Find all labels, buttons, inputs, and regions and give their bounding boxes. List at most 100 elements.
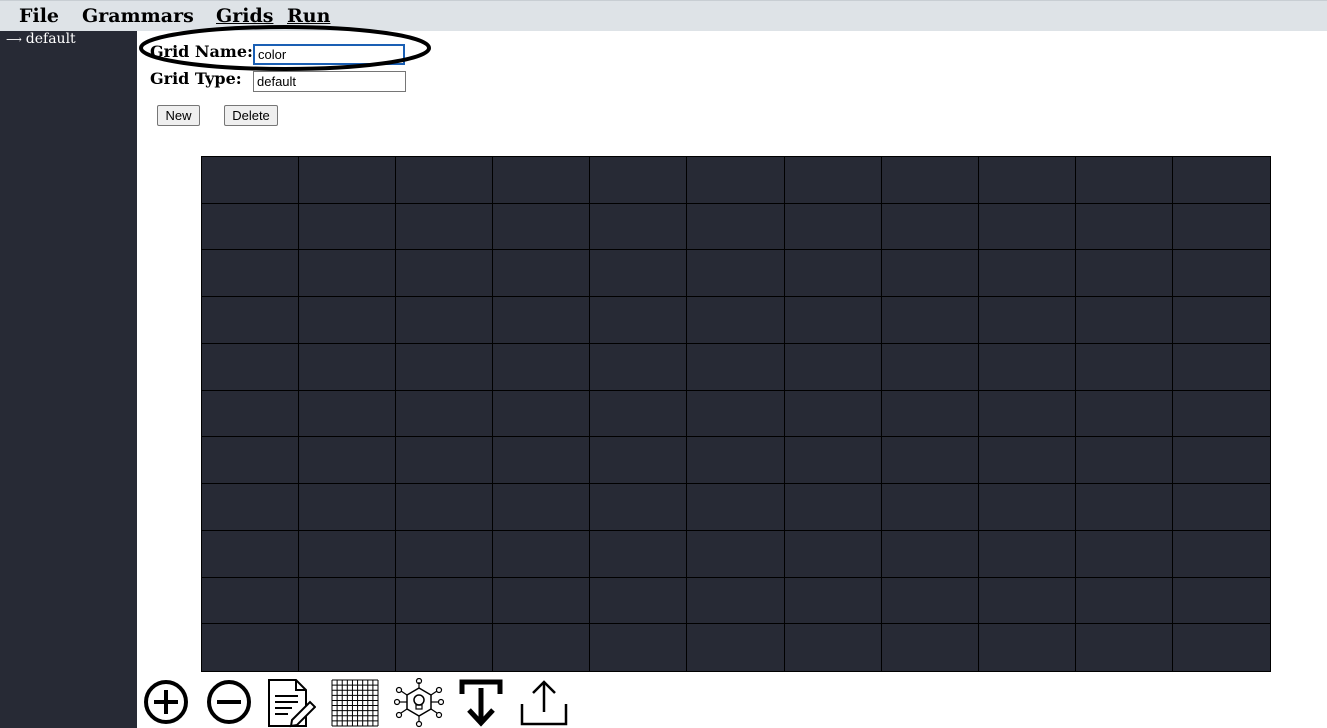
grid-cell[interactable]	[881, 343, 979, 391]
grid-cell[interactable]	[687, 297, 785, 344]
grid-cell[interactable]	[396, 343, 494, 391]
grid-cell[interactable]	[202, 343, 300, 391]
grid-canvas[interactable]	[201, 156, 1271, 672]
grid-cell[interactable]	[1075, 343, 1173, 391]
grid-cell[interactable]	[493, 250, 591, 298]
grid-cell[interactable]	[1173, 624, 1270, 671]
grid-cell[interactable]	[1172, 484, 1270, 531]
grid-cell[interactable]	[784, 577, 882, 625]
grid-cell[interactable]	[299, 343, 397, 391]
grid-cell[interactable]	[493, 624, 591, 671]
grid-cell[interactable]	[784, 343, 882, 391]
grid-name-input[interactable]	[253, 44, 405, 65]
remove-circle-icon[interactable]	[204, 678, 254, 728]
grid-cell[interactable]	[396, 624, 494, 671]
grid-cell[interactable]	[784, 390, 882, 438]
grid-cell[interactable]	[1172, 157, 1270, 204]
grid-cell[interactable]	[396, 484, 494, 531]
grid-cell[interactable]	[202, 577, 300, 625]
grid-cell[interactable]	[590, 484, 688, 531]
grid-cell[interactable]	[590, 203, 688, 251]
grid-cell[interactable]	[299, 437, 397, 485]
grid-type-input[interactable]	[253, 71, 406, 92]
grid-cell[interactable]	[299, 484, 397, 531]
grid-cell[interactable]	[687, 203, 785, 251]
grid-cell[interactable]	[1075, 390, 1173, 438]
grid-cell[interactable]	[493, 530, 591, 578]
grid-cell[interactable]	[493, 343, 591, 391]
grid-cell[interactable]	[881, 577, 979, 625]
grid-cell[interactable]	[687, 530, 785, 578]
grid-cell[interactable]	[590, 437, 688, 485]
grid-cell[interactable]	[978, 343, 1076, 391]
grid-cell[interactable]	[1075, 297, 1173, 344]
grid-cell[interactable]	[590, 624, 688, 671]
grid-cell[interactable]	[881, 484, 979, 531]
grid-cell[interactable]	[396, 297, 494, 344]
grid-cell[interactable]	[784, 297, 882, 344]
grid-cell[interactable]	[493, 297, 591, 344]
grid-cell[interactable]	[590, 530, 688, 578]
grid-cell[interactable]	[202, 530, 300, 578]
grid-cell[interactable]	[493, 577, 591, 625]
grid-cell[interactable]	[978, 390, 1076, 438]
grid-cell[interactable]	[1172, 250, 1270, 298]
grid-cell[interactable]	[784, 250, 882, 298]
grid-cell[interactable]	[979, 624, 1076, 671]
grid-cell[interactable]	[978, 484, 1076, 531]
grid-cell[interactable]	[978, 297, 1076, 344]
grid-cell[interactable]	[396, 530, 494, 578]
grid-cell[interactable]	[396, 577, 494, 625]
grid-cell[interactable]	[978, 203, 1076, 251]
grid-cell[interactable]	[590, 577, 688, 625]
edit-document-icon[interactable]	[266, 678, 316, 728]
grid-cell[interactable]	[785, 624, 882, 671]
download-icon[interactable]	[456, 678, 506, 728]
grid-cell[interactable]	[881, 390, 979, 438]
grid-cell[interactable]	[202, 157, 300, 204]
grid-cell[interactable]	[881, 530, 979, 578]
grid-cell[interactable]	[978, 157, 1076, 204]
grid-cell[interactable]	[687, 343, 785, 391]
delete-button[interactable]: Delete	[224, 105, 278, 126]
grid-cell[interactable]	[881, 437, 979, 485]
grid-cell[interactable]	[1172, 578, 1270, 625]
grid-cell[interactable]	[687, 484, 785, 531]
grid-cell[interactable]	[590, 297, 688, 344]
grid-cell[interactable]	[202, 484, 300, 531]
grid-cell[interactable]	[881, 203, 979, 251]
upload-icon[interactable]	[519, 678, 569, 728]
grid-cell[interactable]	[687, 577, 785, 625]
menu-run[interactable]: Run	[287, 5, 330, 27]
grid-cell[interactable]	[1075, 530, 1173, 578]
grid-cell[interactable]	[299, 390, 397, 438]
grid-cell[interactable]	[202, 250, 300, 298]
grid-cell[interactable]	[299, 624, 397, 671]
grid-cell[interactable]	[202, 624, 300, 671]
grid-cell[interactable]	[687, 250, 785, 298]
grid-cell[interactable]	[1172, 437, 1270, 485]
grid-cell[interactable]	[299, 297, 397, 344]
grid-cell[interactable]	[1075, 484, 1173, 531]
grid-cell[interactable]	[396, 157, 494, 204]
grid-cell[interactable]	[202, 203, 300, 251]
grid-cell[interactable]	[396, 203, 494, 251]
grid-cell[interactable]	[299, 203, 397, 251]
grid-cell[interactable]	[590, 157, 688, 204]
grid-cell[interactable]	[784, 157, 882, 204]
grid-cell[interactable]	[493, 157, 591, 204]
grid-cell[interactable]	[978, 437, 1076, 485]
add-circle-icon[interactable]	[141, 678, 191, 728]
grid-cell[interactable]	[978, 530, 1076, 578]
grid-cell[interactable]	[590, 390, 688, 438]
grid-cell[interactable]	[1075, 437, 1173, 485]
grid-cell[interactable]	[1076, 624, 1173, 671]
grid-cell[interactable]	[493, 390, 591, 438]
grid-cell[interactable]	[1075, 250, 1173, 298]
grid-cell[interactable]	[978, 577, 1076, 625]
grid-cell[interactable]	[687, 624, 785, 671]
grid-cell[interactable]	[590, 343, 688, 391]
new-button[interactable]: New	[157, 105, 200, 126]
grid-cell[interactable]	[687, 157, 785, 204]
grid-cell[interactable]	[1172, 344, 1270, 391]
